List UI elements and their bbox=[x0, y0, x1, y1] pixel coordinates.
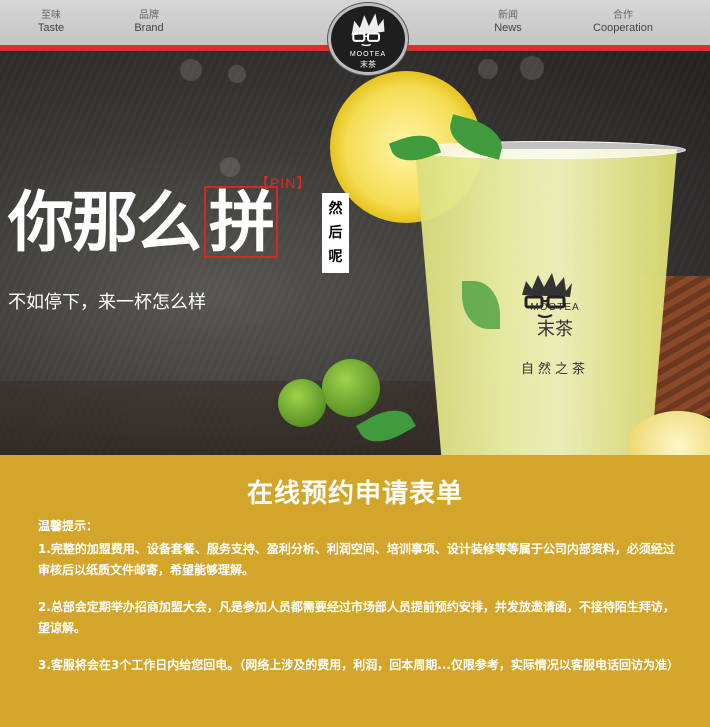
bokeh-light bbox=[478, 59, 498, 79]
headline-boxed-char: 拼 bbox=[204, 186, 278, 258]
lime-image bbox=[322, 359, 380, 417]
lime-image bbox=[278, 379, 326, 427]
nav-item-cn-label: 新闻 bbox=[498, 10, 518, 21]
logo-text-cn: 末茶 bbox=[360, 60, 376, 69]
cup-rim bbox=[406, 141, 686, 159]
hero-tagline: 不如停下，来一杯怎么样 bbox=[8, 292, 206, 313]
logo-text-en: MOOTEA bbox=[349, 51, 387, 58]
cup-brand-en: MOOTEA bbox=[530, 302, 580, 313]
form-title: 在线预约申请表单 bbox=[246, 479, 463, 509]
nav-item-brand[interactable]: 品牌 Brand bbox=[128, 10, 170, 35]
headline-main: 你那么 bbox=[8, 184, 202, 261]
nav-item-en-label: Cooperation bbox=[593, 22, 653, 34]
nav-item-cn-label: 至味 bbox=[41, 10, 61, 21]
mootea-logo[interactable]: MOOTEA 末茶 bbox=[328, 3, 408, 75]
mootea-face-logo bbox=[522, 273, 572, 318]
nav-item-en-label: News bbox=[494, 22, 522, 34]
side-text-box: 然 后 呢 bbox=[322, 193, 349, 273]
nav-item-en-label: Taste bbox=[37, 22, 65, 34]
bokeh-light bbox=[228, 65, 246, 83]
hero-headline: 你那么拼 bbox=[8, 186, 278, 258]
nav-item-news[interactable]: 新闻 News bbox=[487, 10, 529, 35]
tip-item: 1.完整的加盟费用、设备套餐、服务支持、盈利分析、利润空间、培训事项、设计装修等… bbox=[38, 542, 675, 577]
cup-brand-cn: 末茶 bbox=[537, 319, 573, 340]
nav-item-en-label: Brand bbox=[134, 22, 164, 34]
tip-item: 3.客服将会在3个工作日内给您回电。（网络上涉及的费用，利润，回本周期...仅限… bbox=[38, 658, 679, 672]
side-text-char: 然 bbox=[328, 201, 343, 217]
nav-item-cn-label: 合作 bbox=[613, 10, 633, 21]
tips-label: 温馨提示： bbox=[38, 519, 99, 533]
side-text-char: 呢 bbox=[328, 249, 343, 265]
hero-banner: MOOTEA 末茶 自然之茶 【PIN】 你那么拼 然 后 呢 不如停下，来一杯… bbox=[0, 51, 710, 455]
bokeh-light bbox=[520, 56, 544, 80]
booking-form-section: 在线预约申请表单 温馨提示： 1.完整的加盟费用、设备套餐、服务支持、盈利分析、… bbox=[0, 455, 710, 727]
nav-item-taste[interactable]: 至味 Taste bbox=[30, 10, 72, 35]
tip-item: 2.总部会定期举办招商加盟大会，凡是参加人员都需要经过市场部人员提前预约安排，并… bbox=[38, 600, 675, 635]
nav-item-cooperation[interactable]: 合作 Cooperation bbox=[586, 10, 660, 35]
bokeh-light bbox=[180, 59, 202, 81]
cup-slogan: 自然之茶 bbox=[520, 362, 589, 377]
bokeh-light bbox=[220, 157, 240, 177]
side-text-char: 后 bbox=[328, 225, 343, 241]
nav-item-cn-label: 品牌 bbox=[139, 10, 159, 21]
